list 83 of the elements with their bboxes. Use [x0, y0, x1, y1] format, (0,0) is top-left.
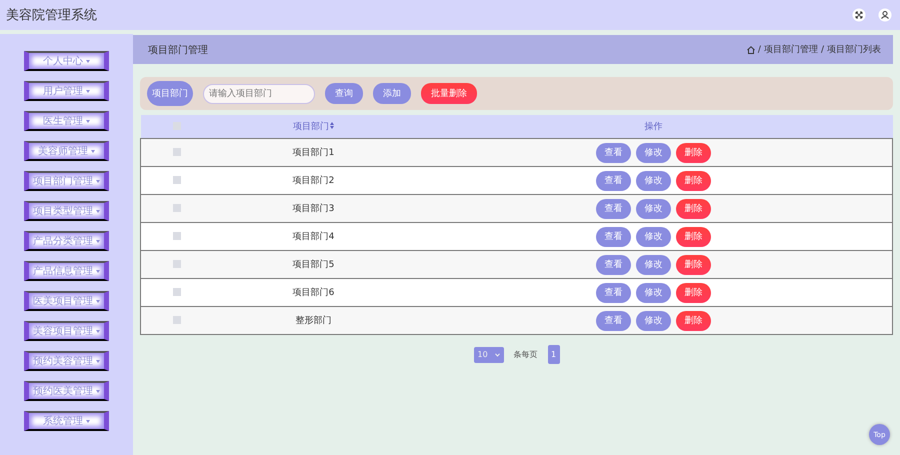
action-button[interactable]: 修改 [636, 310, 671, 330]
checkbox[interactable] [172, 176, 181, 184]
column-header[interactable]: 项目部门 [293, 122, 329, 132]
delete-button[interactable]: 删除 [676, 198, 711, 218]
page-title: 项目部门管理 [148, 44, 208, 56]
column-header: 操作 [644, 122, 662, 132]
caret-icon [91, 150, 95, 152]
page-size-select[interactable]: 10 [474, 346, 504, 362]
table-cell: 项目部门1 [292, 148, 334, 158]
action-button[interactable]: 查看 [596, 282, 631, 302]
checkbox[interactable] [172, 288, 181, 296]
menu-item[interactable]: 系统管理 [24, 411, 109, 431]
menu-item[interactable]: 预约医美管理 [24, 381, 109, 401]
checkbox[interactable] [172, 260, 181, 268]
menu-item[interactable]: 医生管理 [24, 111, 109, 131]
caret-icon [96, 390, 100, 392]
action-button[interactable]: 查看 [596, 170, 631, 190]
menu-item[interactable]: 产品分类管理 [24, 231, 109, 251]
menu-item[interactable]: 医美项目管理 [24, 291, 109, 311]
action-button[interactable]: 修改 [636, 170, 671, 190]
table-cell: 整形部门 [296, 316, 332, 326]
action-button[interactable]: 修改 [636, 142, 671, 162]
field-label: 项目部门 [147, 81, 193, 106]
checkbox[interactable] [172, 204, 181, 212]
caret-icon [86, 420, 90, 422]
caret-icon [96, 180, 100, 182]
page-button[interactable]: 1 [548, 345, 560, 364]
table-cell: 项目部门4 [292, 232, 334, 242]
menu-item[interactable]: 个人中心 [24, 51, 109, 71]
menu-item[interactable]: 用户管理 [24, 81, 109, 101]
table-cell: 项目部门5 [292, 260, 334, 270]
user-icon[interactable] [878, 8, 892, 22]
action-button[interactable]: 修改 [636, 198, 671, 218]
app-title: 美容院管理系统 [6, 7, 97, 24]
menu-item[interactable]: 项目类型管理 [24, 201, 109, 221]
menu-item[interactable]: 美容项目管理 [24, 321, 109, 341]
caret-icon [96, 210, 100, 212]
caret-icon [96, 300, 100, 302]
action-button[interactable]: 查看 [596, 142, 631, 162]
checkbox[interactable] [172, 122, 180, 130]
caret-icon [86, 120, 90, 122]
checkbox[interactable] [172, 232, 181, 240]
search-field[interactable]: 请输入项目部门 [203, 84, 315, 104]
menu-item[interactable]: 预约美容管理 [24, 351, 109, 371]
delete-button[interactable]: 删除 [676, 142, 711, 162]
table-cell: 项目部门6 [292, 288, 334, 298]
breadcrumb-separator: / [820, 44, 824, 54]
breadcrumb-item[interactable]: 项目部门管理 [764, 43, 818, 56]
search-button[interactable]: 添加 [373, 83, 411, 104]
action-button[interactable]: 修改 [636, 282, 671, 302]
page-size-label: 条每页 [514, 349, 538, 360]
batch-delete-button[interactable]: 批量删除 [421, 83, 477, 104]
breadcrumb-item[interactable]: 项目部门列表 [827, 43, 881, 56]
fullscreen-icon[interactable] [852, 8, 866, 22]
action-button[interactable]: 查看 [596, 198, 631, 218]
search-button[interactable]: 查询 [325, 83, 363, 104]
action-button[interactable]: 查看 [596, 226, 631, 246]
delete-button[interactable]: 删除 [676, 254, 711, 274]
action-button[interactable]: 修改 [636, 226, 671, 246]
checkbox[interactable] [172, 316, 181, 324]
caret-icon [86, 90, 90, 92]
action-button[interactable]: 查看 [596, 254, 631, 274]
delete-button[interactable]: 删除 [676, 226, 711, 246]
caret-icon [86, 60, 90, 62]
home-icon[interactable] [746, 46, 755, 54]
sort-icon[interactable] [330, 122, 334, 129]
caret-icon [96, 240, 100, 242]
action-button[interactable]: 修改 [636, 254, 671, 274]
menu-item[interactable]: 产品信息管理 [24, 261, 109, 281]
table-cell: 项目部门3 [292, 204, 334, 214]
delete-button[interactable]: 删除 [676, 310, 711, 330]
table-cell: 项目部门2 [292, 176, 334, 186]
caret-icon [96, 270, 100, 272]
delete-button[interactable]: 删除 [676, 282, 711, 302]
delete-button[interactable]: 删除 [676, 170, 711, 190]
caret-icon [96, 360, 100, 362]
menu-item[interactable]: 美容师管理 [24, 141, 109, 161]
action-button[interactable]: 查看 [596, 310, 631, 330]
caret-icon [96, 330, 100, 332]
checkbox[interactable] [172, 148, 181, 156]
breadcrumb-separator: / [758, 44, 761, 54]
menu-item[interactable]: 项目部门管理 [24, 171, 109, 191]
chevron-down-icon [494, 352, 500, 356]
